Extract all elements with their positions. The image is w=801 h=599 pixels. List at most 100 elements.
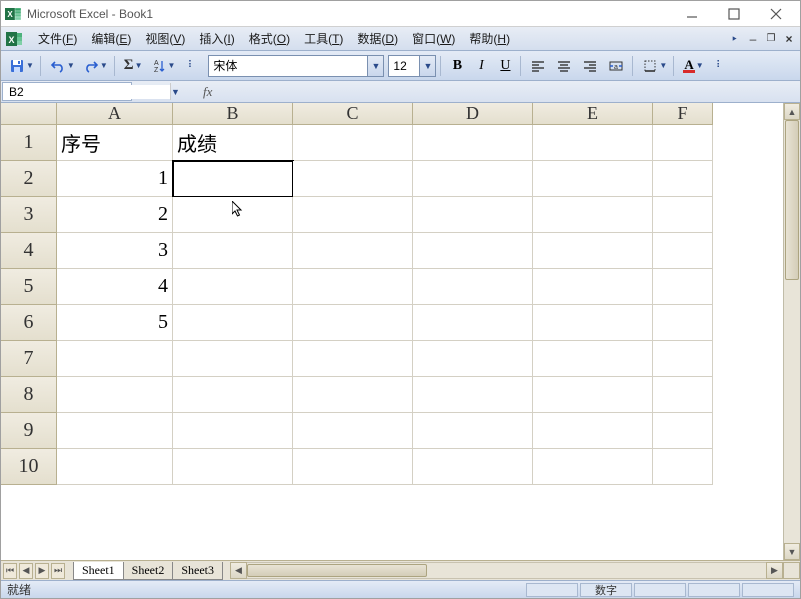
- cell-B8[interactable]: [173, 377, 293, 413]
- undo-button[interactable]: ▼: [46, 55, 77, 77]
- cell-F6[interactable]: [653, 305, 713, 341]
- horizontal-scrollbar[interactable]: ◀ ▶: [230, 562, 783, 579]
- cell-E9[interactable]: [533, 413, 653, 449]
- vscroll-thumb[interactable]: [785, 120, 799, 280]
- cell-F9[interactable]: [653, 413, 713, 449]
- close-button[interactable]: [756, 3, 796, 25]
- scroll-down-arrow[interactable]: ▼: [784, 543, 800, 560]
- row-header-7[interactable]: 7: [1, 341, 57, 377]
- menu-w[interactable]: 窗口(W): [405, 27, 462, 50]
- col-header-F[interactable]: F: [653, 103, 713, 125]
- sheet-tab-sheet3[interactable]: Sheet3: [172, 562, 223, 580]
- hscroll-thumb[interactable]: [247, 564, 427, 577]
- cell-A4[interactable]: 3: [57, 233, 173, 269]
- cell-B1[interactable]: 成绩: [173, 125, 293, 161]
- cell-A1[interactable]: 序号: [57, 125, 173, 161]
- cell-E10[interactable]: [533, 449, 653, 485]
- sheet-tab-sheet1[interactable]: Sheet1: [73, 562, 124, 580]
- toolbar-options-button-2[interactable]: ⠇: [709, 55, 731, 77]
- cell-A3[interactable]: 2: [57, 197, 173, 233]
- menu-h[interactable]: 帮助(H): [462, 27, 517, 50]
- cell-A9[interactable]: [57, 413, 173, 449]
- cell-F1[interactable]: [653, 125, 713, 161]
- cell-E3[interactable]: [533, 197, 653, 233]
- menu-f[interactable]: 文件(F): [31, 27, 84, 50]
- cell-B3[interactable]: [173, 197, 293, 233]
- cell-D8[interactable]: [413, 377, 533, 413]
- cell-E4[interactable]: [533, 233, 653, 269]
- cell-C7[interactable]: [293, 341, 413, 377]
- borders-button[interactable]: ▼: [638, 55, 669, 77]
- cell-C4[interactable]: [293, 233, 413, 269]
- cell-D1[interactable]: [413, 125, 533, 161]
- cell-F5[interactable]: [653, 269, 713, 305]
- cell-C1[interactable]: [293, 125, 413, 161]
- tab-nav-last[interactable]: ⏭: [51, 563, 65, 579]
- cell-D4[interactable]: [413, 233, 533, 269]
- mdi-restore-button[interactable]: ❐: [764, 32, 778, 46]
- cell-F3[interactable]: [653, 197, 713, 233]
- col-header-B[interactable]: B: [173, 103, 293, 125]
- font-size-dropdown-arrow[interactable]: ▼: [419, 56, 435, 76]
- scroll-left-arrow[interactable]: ◀: [230, 562, 247, 579]
- cell-B10[interactable]: [173, 449, 293, 485]
- cell-D10[interactable]: [413, 449, 533, 485]
- cell-E5[interactable]: [533, 269, 653, 305]
- merge-center-button[interactable]: a: [604, 55, 628, 77]
- cell-A5[interactable]: 4: [57, 269, 173, 305]
- row-header-9[interactable]: 9: [1, 413, 57, 449]
- cell-C5[interactable]: [293, 269, 413, 305]
- select-all-corner[interactable]: [1, 103, 57, 125]
- font-name-combo[interactable]: ▼: [208, 55, 384, 77]
- cell-D5[interactable]: [413, 269, 533, 305]
- mdi-close-button[interactable]: ×: [782, 32, 796, 46]
- menu-d[interactable]: 数据(D): [350, 27, 405, 50]
- row-header-1[interactable]: 1: [1, 125, 57, 161]
- toolbar-options-button[interactable]: ⠇: [180, 55, 202, 77]
- italic-button[interactable]: I: [470, 55, 492, 77]
- cell-D7[interactable]: [413, 341, 533, 377]
- cell-B4[interactable]: [173, 233, 293, 269]
- menu-t[interactable]: 工具(T): [297, 27, 350, 50]
- col-header-C[interactable]: C: [293, 103, 413, 125]
- cell-C8[interactable]: [293, 377, 413, 413]
- menu-i[interactable]: 插入(I): [192, 27, 241, 50]
- cell-C10[interactable]: [293, 449, 413, 485]
- cell-A2[interactable]: 1: [57, 161, 173, 197]
- cell-F10[interactable]: [653, 449, 713, 485]
- redo-button[interactable]: ▼: [79, 55, 110, 77]
- cell-E7[interactable]: [533, 341, 653, 377]
- col-header-A[interactable]: A: [57, 103, 173, 125]
- row-header-5[interactable]: 5: [1, 269, 57, 305]
- cell-D3[interactable]: [413, 197, 533, 233]
- scroll-right-arrow[interactable]: ▶: [766, 562, 783, 579]
- row-header-3[interactable]: 3: [1, 197, 57, 233]
- sheet-tab-sheet2[interactable]: Sheet2: [123, 562, 174, 580]
- row-header-8[interactable]: 8: [1, 377, 57, 413]
- cell-C9[interactable]: [293, 413, 413, 449]
- font-name-input[interactable]: [209, 56, 367, 76]
- row-header-2[interactable]: 2: [1, 161, 57, 197]
- menu-v[interactable]: 视图(V): [138, 27, 192, 50]
- cell-F8[interactable]: [653, 377, 713, 413]
- cell-C6[interactable]: [293, 305, 413, 341]
- minimize-button[interactable]: [672, 3, 712, 25]
- fx-icon[interactable]: fx: [203, 84, 212, 100]
- cell-F4[interactable]: [653, 233, 713, 269]
- underline-button[interactable]: U: [494, 55, 516, 77]
- cell-E6[interactable]: [533, 305, 653, 341]
- cell-B7[interactable]: [173, 341, 293, 377]
- cell-D9[interactable]: [413, 413, 533, 449]
- cell-D2[interactable]: [413, 161, 533, 197]
- align-left-button[interactable]: [526, 55, 550, 77]
- cell-F7[interactable]: [653, 341, 713, 377]
- align-right-button[interactable]: [578, 55, 602, 77]
- name-box[interactable]: ▼: [2, 82, 132, 101]
- cell-B9[interactable]: [173, 413, 293, 449]
- menu-o[interactable]: 格式(O): [242, 27, 297, 50]
- cell-B6[interactable]: [173, 305, 293, 341]
- cell-E8[interactable]: [533, 377, 653, 413]
- font-color-button[interactable]: A▼: [679, 55, 705, 77]
- cell-B5[interactable]: [173, 269, 293, 305]
- autosum-button[interactable]: Σ ▼: [120, 55, 145, 77]
